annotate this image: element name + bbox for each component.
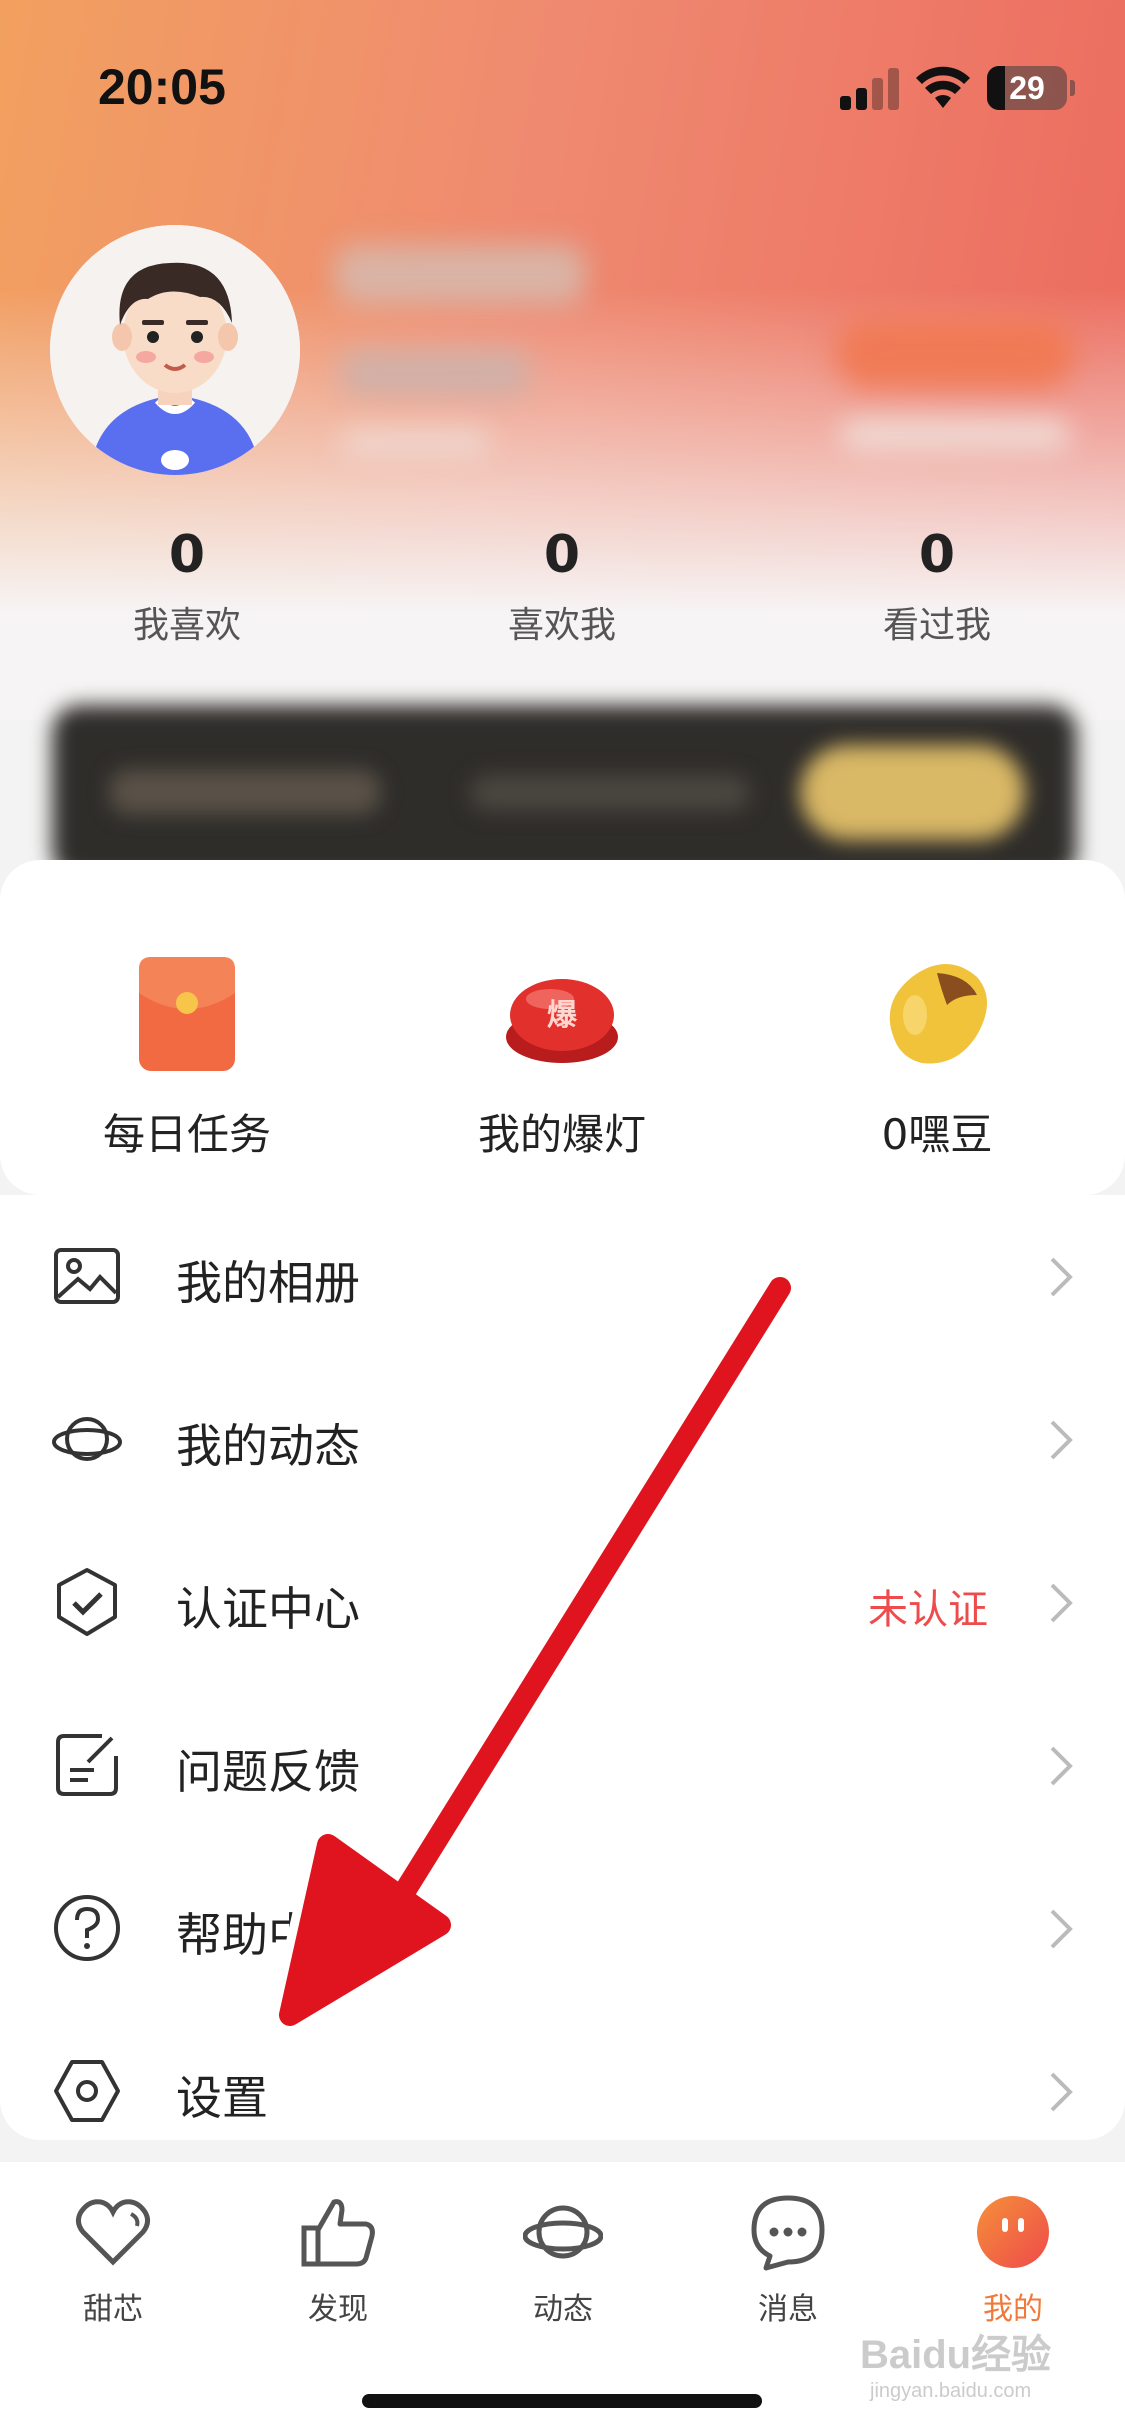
tab-messages[interactable]: 消息 (688, 2192, 888, 2328)
chevron-right-icon (1050, 1909, 1073, 1949)
tab-label: 消息 (758, 2292, 818, 2327)
tab-me[interactable]: 我的 (913, 2192, 1113, 2328)
avatar-cartoon-boy-icon (50, 225, 300, 475)
stat-i-like[interactable]: 0 我喜欢 (62, 520, 312, 648)
menu-list: 我的相册 我的动态 认证中心 未认证 问题反馈 帮助中 设置 (0, 1195, 1125, 2140)
tab-label: 动态 (533, 2292, 593, 2327)
feedback-note-icon (56, 1734, 118, 1796)
stat-viewed-me[interactable]: 0 看过我 (812, 520, 1062, 648)
chevron-right-icon (1050, 1257, 1073, 1297)
blurred-banner-button[interactable] (800, 745, 1025, 840)
chevron-right-icon (1050, 2072, 1073, 2112)
tab-discover[interactable]: 发现 (238, 2192, 438, 2328)
battery-indicator: 29 (987, 66, 1075, 110)
blurred-user-tags (340, 350, 530, 396)
tab-moments[interactable]: 动态 (463, 2192, 663, 2328)
blurred-username (335, 245, 585, 305)
menu-item-label: 认证中心 (176, 1582, 360, 1636)
verification-status: 未认证 (868, 1587, 988, 1633)
menu-item-label: 设置 (176, 2071, 268, 2125)
wifi-icon (916, 66, 970, 108)
menu-item-label: 我的相册 (176, 1256, 360, 1310)
menu-item-help[interactable]: 帮助中 (0, 1847, 1125, 2010)
help-icon (54, 1895, 120, 1961)
photo-album-icon (54, 1248, 120, 1304)
stat-label: 看过我 (882, 605, 991, 646)
blurred-user-meta (340, 430, 490, 456)
chevron-right-icon (1050, 1746, 1073, 1786)
status-time: 20:05 (98, 59, 226, 115)
daily-tasks-button[interactable]: 每日任务 (57, 955, 317, 1162)
menu-item-feedback[interactable]: 问题反馈 (0, 1684, 1125, 1847)
cellular-signal-icon (840, 68, 900, 110)
watermark-url: jingyan.baidu.com (870, 2380, 1032, 2402)
bean-icon (877, 955, 997, 1075)
chevron-right-icon (1050, 1420, 1073, 1460)
task-label: 每日任务 (102, 1110, 271, 1159)
my-boost-button[interactable]: 爆 我的爆灯 (432, 955, 692, 1162)
blurred-badge-caption (840, 420, 1070, 450)
red-envelope-icon (127, 955, 247, 1075)
tab-label: 甜芯 (83, 2292, 143, 2327)
menu-item-label: 我的动态 (176, 1419, 360, 1473)
stat-value: 0 (168, 525, 206, 585)
menu-item-verification[interactable]: 认证中心 未认证 (0, 1521, 1125, 1684)
planet-icon (52, 1417, 122, 1461)
svg-text:爆: 爆 (547, 998, 578, 1033)
stat-value: 0 (543, 525, 581, 585)
avatar[interactable] (50, 225, 300, 475)
red-button-icon: 爆 (502, 955, 622, 1075)
status-bar: 20:05 29 (0, 0, 1125, 150)
blurred-banner-text (110, 770, 380, 814)
tab-sweetheart[interactable]: 甜芯 (13, 2192, 213, 2328)
planet-icon (522, 2205, 604, 2259)
chat-bubble-icon (751, 2195, 825, 2271)
menu-item-album[interactable]: 我的相册 (0, 1195, 1125, 1358)
face-icon (977, 2196, 1049, 2268)
chevron-right-icon (1050, 1583, 1073, 1623)
menu-item-label: 帮助中 (176, 1908, 314, 1962)
verified-badge-icon (57, 1568, 117, 1636)
menu-item-moments[interactable]: 我的动态 (0, 1358, 1125, 1521)
stat-label: 我喜欢 (132, 605, 241, 646)
blurred-banner-subtext (470, 775, 750, 811)
quick-actions-card: 每日任务 爆 我的爆灯 0嘿豆 (0, 860, 1125, 1195)
blurred-vip-badge[interactable] (835, 318, 1075, 388)
profile-stats: 0 我喜欢 0 喜欢我 0 看过我 (0, 520, 1125, 660)
menu-item-settings[interactable]: 设置 (0, 2010, 1125, 2173)
stat-label: 喜欢我 (507, 605, 616, 646)
settings-hexagon-icon (54, 2060, 120, 2122)
stat-likes-me[interactable]: 0 喜欢我 (437, 520, 687, 648)
home-indicator[interactable] (362, 2394, 762, 2408)
thumbs-up-icon (301, 2199, 375, 2267)
watermark-brand: Baidu经验 (860, 2333, 1052, 2377)
baidu-watermark: Baidu经验 jingyan.baidu.com (860, 2322, 1051, 2403)
stat-value: 0 (918, 525, 956, 585)
task-label: 我的爆灯 (477, 1110, 646, 1159)
bean-balance-button[interactable]: 0嘿豆 (807, 955, 1067, 1162)
heart-icon (75, 2199, 151, 2266)
tab-label: 发现 (308, 2292, 368, 2327)
menu-item-label: 问题反馈 (176, 1745, 360, 1799)
task-label: 0嘿豆 (881, 1110, 993, 1159)
